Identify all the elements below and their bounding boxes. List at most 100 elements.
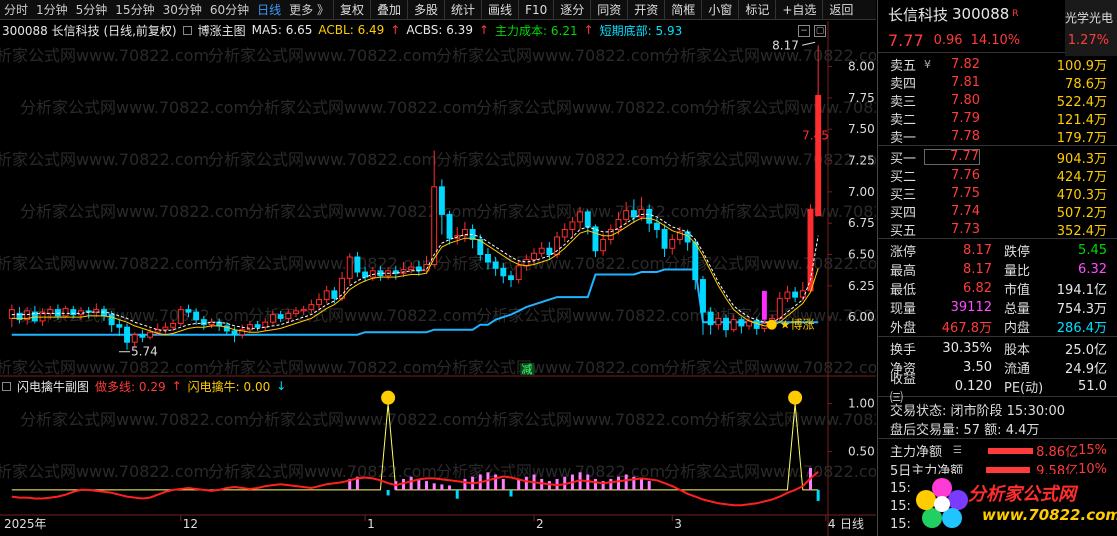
period-tab-more[interactable]: 更多 》 bbox=[285, 0, 333, 20]
period-tab-5min[interactable]: 5分钟 bbox=[72, 0, 112, 20]
simple-frame-button[interactable]: 简框 bbox=[664, 0, 701, 20]
candle bbox=[799, 282, 806, 301]
small-window-button[interactable]: 小窗 bbox=[701, 0, 738, 20]
open-fund-button[interactable]: 开资 bbox=[627, 0, 664, 20]
candle-body bbox=[131, 334, 138, 343]
watermark-text: 分析家公式网www.70822.com bbox=[664, 46, 876, 65]
formula-name[interactable]: 博涨主图 bbox=[198, 22, 246, 39]
y-tick-label: 6.25 bbox=[848, 279, 875, 293]
watermark-text: 分析家公式网www.70822.com bbox=[0, 254, 209, 273]
candle bbox=[700, 275, 706, 335]
candle-body bbox=[554, 236, 561, 256]
candle-body bbox=[730, 319, 737, 331]
x-tick-label: 3 bbox=[674, 517, 682, 531]
watermark-text: 分析家公式网www.70822.com bbox=[436, 150, 665, 169]
watermark-text: 分析家公式网www.70822.com bbox=[20, 202, 249, 221]
subchart-name[interactable]: 闪电擒牛副图 bbox=[17, 378, 89, 395]
watermark-text: 分析家公式网www.70822.com bbox=[0, 462, 209, 481]
period-tab-30min[interactable]: 30分钟 bbox=[159, 0, 206, 20]
draw-line-button[interactable]: 画线 bbox=[481, 0, 518, 20]
watermark-text: 分析家公式网www.70822.com bbox=[208, 46, 437, 65]
watermark-text: 分析家公式网www.70822.com bbox=[208, 462, 437, 481]
candle bbox=[792, 287, 799, 303]
period-label: 日线 bbox=[840, 517, 864, 531]
signal-label: ★博涨 bbox=[780, 317, 815, 332]
candle bbox=[508, 270, 514, 288]
tick-button[interactable]: 逐分 bbox=[553, 0, 590, 20]
x-tick-label: 2025年 bbox=[4, 517, 47, 531]
candle-body bbox=[661, 228, 668, 249]
back-button[interactable]: 返回 bbox=[822, 0, 859, 20]
period-tab-timeshare[interactable]: 分时 bbox=[0, 0, 32, 20]
candle-body bbox=[216, 321, 223, 327]
ask-row: 卖三 7.80 522.4万 bbox=[890, 92, 1107, 110]
watermark-text: 分析家公式网www.70822.com bbox=[664, 462, 876, 481]
candle-body bbox=[269, 314, 276, 323]
candle-body bbox=[630, 210, 637, 218]
candle-body bbox=[400, 269, 407, 274]
adjust-button[interactable]: 复权 bbox=[332, 0, 370, 20]
minimize-icon[interactable]: − bbox=[798, 25, 810, 37]
watermark-text: 分析家公式网www.70822.com bbox=[20, 410, 249, 429]
formula-toggle-icon[interactable] bbox=[182, 25, 192, 35]
tick-times: 15: 15: 15: bbox=[890, 481, 911, 532]
y-tick-label: 7.00 bbox=[848, 185, 875, 199]
bottom-value: 短期底部: 5.93 bbox=[599, 23, 683, 38]
logo-url: www.70822.com bbox=[982, 506, 1117, 524]
candle-body bbox=[700, 279, 706, 313]
up-arrow-icon: ↑ bbox=[478, 23, 490, 37]
period-tab-15min[interactable]: 15分钟 bbox=[111, 0, 158, 20]
flag-label: 减 bbox=[521, 363, 532, 376]
y-tick-label: 6.75 bbox=[848, 216, 875, 230]
cost-value: 主力成本: 6.21 bbox=[495, 23, 578, 38]
watermark-text: 分析家公式网www.70822.com bbox=[664, 150, 876, 169]
period-tab-60min[interactable]: 60分钟 bbox=[206, 0, 253, 20]
candle-body bbox=[54, 309, 61, 317]
candle bbox=[738, 317, 745, 334]
list-icon[interactable]: ☰ bbox=[953, 445, 962, 456]
candle-body bbox=[569, 221, 576, 230]
acbs-value: ACBS: 6.39 bbox=[406, 23, 473, 37]
overlay-button[interactable]: 叠加 bbox=[370, 0, 407, 20]
candle-body bbox=[308, 304, 315, 311]
bid-book: 买一 7.77 904.3万 买二 7.76 424.7万 买三 7.75 470.3万 买… bbox=[878, 145, 1117, 239]
watermark-text: 分析家公式网www.70822.com bbox=[436, 46, 665, 65]
chart-toolbar: 分时 1分钟 5分钟 15分钟 30分钟 60分钟 日线 更多 》 复权 叠加 … bbox=[0, 0, 876, 20]
stats-row: 现量 39112 总量 754.3万 bbox=[890, 300, 1107, 317]
x-tick-label: 4 bbox=[828, 517, 836, 531]
window-icon[interactable]: ▢ bbox=[814, 25, 826, 37]
candle-body bbox=[354, 256, 361, 273]
watermark-text: 分析家公式网www.70822.com bbox=[476, 410, 705, 429]
candle-body bbox=[415, 266, 422, 272]
candle-body bbox=[47, 309, 54, 314]
candle bbox=[8, 304, 15, 328]
candle bbox=[124, 323, 130, 350]
candle-body bbox=[446, 213, 453, 239]
period-tab-daily[interactable]: 日线 bbox=[253, 0, 285, 20]
kline-chart[interactable]: 分析家公式网www.70822.com分析家公式网www.70822.com分析… bbox=[0, 21, 876, 536]
period-tab-1min[interactable]: 1分钟 bbox=[32, 0, 72, 20]
f10-button[interactable]: F10 bbox=[518, 0, 553, 20]
sub-legend: 闪电擒牛副图 做多线: 0.29 ↑ 闪电擒牛: 0.00 ↓ bbox=[2, 378, 286, 394]
add-watchlist-button[interactable]: +自选 bbox=[775, 0, 822, 20]
candle-body bbox=[246, 324, 253, 331]
chart-area[interactable]: 分析家公式网www.70822.com 分析家公式网www.70822.com 分析… bbox=[0, 21, 876, 536]
bid-row: 买一 7.77 904.3万 bbox=[890, 149, 1107, 167]
stats-row: 涨停 8.17 跌停 5.45 bbox=[890, 243, 1107, 260]
stats-row: 最低 6.82 市值 194.1亿 bbox=[890, 281, 1107, 298]
same-fund-button[interactable]: 同资 bbox=[590, 0, 627, 20]
candle-body bbox=[653, 222, 660, 230]
candle-body bbox=[124, 326, 130, 343]
candle bbox=[661, 224, 668, 258]
watermark-text: 分析家公式网www.70822.com bbox=[208, 150, 437, 169]
multi-stock-button[interactable]: 多股 bbox=[407, 0, 444, 20]
subchart-toggle-icon[interactable] bbox=[2, 381, 11, 391]
sector-name[interactable]: 光学光电 bbox=[1065, 9, 1113, 26]
watermark-text: 分析家公式网www.70822.com bbox=[208, 358, 437, 377]
candle-body bbox=[492, 261, 499, 269]
y-tick-label: 0.50 bbox=[848, 445, 875, 459]
mark-button[interactable]: 标记 bbox=[738, 0, 775, 20]
sector-change-pct: 1.27% bbox=[1067, 33, 1109, 48]
watermark-text: 分析家公式网www.70822.com bbox=[0, 150, 209, 169]
statistics-button[interactable]: 统计 bbox=[444, 0, 481, 20]
